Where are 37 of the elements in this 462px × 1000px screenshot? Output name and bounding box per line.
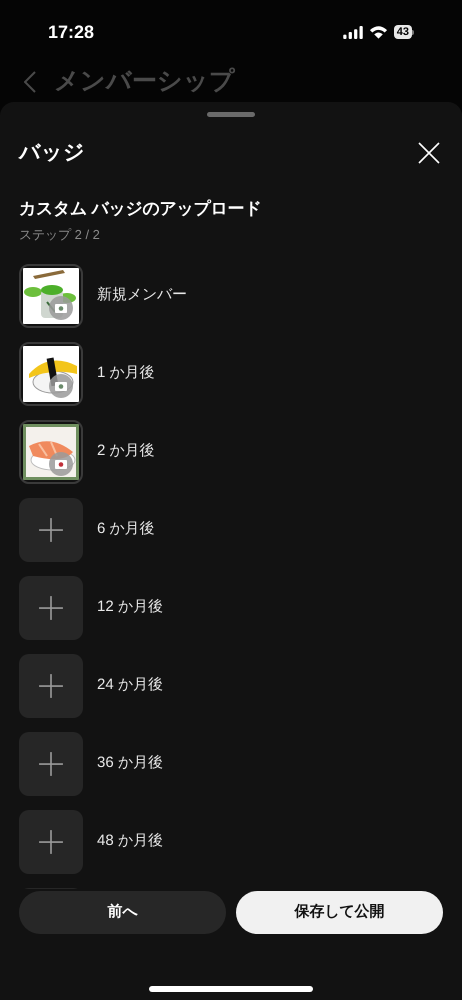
badge-label: 36 か月後: [97, 753, 163, 774]
camera-icon: [49, 374, 73, 398]
add-badge-button[interactable]: [19, 654, 83, 718]
wifi-icon: [368, 25, 388, 39]
badge-label: 1 か月後: [97, 363, 155, 384]
plus-icon: [38, 750, 64, 776]
add-badge-button[interactable]: [19, 810, 83, 874]
section-title: カスタム バッジのアップロード: [18, 198, 263, 220]
camera-icon: [49, 296, 73, 320]
battery-icon: 43: [394, 25, 414, 39]
plus-icon: [38, 516, 64, 542]
badge-label: 48 か月後: [97, 831, 163, 852]
drag-handle[interactable]: [207, 112, 255, 117]
back-icon[interactable]: [24, 71, 36, 93]
add-badge-button[interactable]: [19, 576, 83, 640]
publish-button[interactable]: 保存して公開: [236, 890, 443, 934]
add-badge-button[interactable]: [19, 732, 83, 796]
badge-thumbnail[interactable]: [19, 420, 83, 484]
add-badge-button[interactable]: [19, 498, 83, 562]
plus-icon: [38, 594, 64, 620]
badge-label: 24 か月後: [97, 675, 163, 696]
previous-button[interactable]: 前へ: [19, 890, 226, 934]
page-title: メンバーシップ: [54, 66, 235, 98]
badge-label: 2 か月後: [97, 441, 155, 462]
sheet-title: バッジ: [19, 140, 85, 166]
badge-thumbnail[interactable]: [19, 342, 83, 406]
plus-icon: [38, 828, 64, 854]
camera-icon: [49, 452, 73, 476]
close-icon[interactable]: [418, 142, 440, 164]
badge-label: 6 か月後: [97, 519, 155, 540]
plus-icon: [38, 672, 64, 698]
status-time: 17:28: [48, 20, 94, 44]
badge-label: 12 か月後: [97, 597, 163, 618]
signal-icon: [342, 26, 363, 38]
badge-label: 新規メンバー: [97, 285, 187, 306]
badge-thumbnail[interactable]: [19, 264, 83, 328]
step-indicator: ステップ 2 / 2: [18, 226, 101, 244]
